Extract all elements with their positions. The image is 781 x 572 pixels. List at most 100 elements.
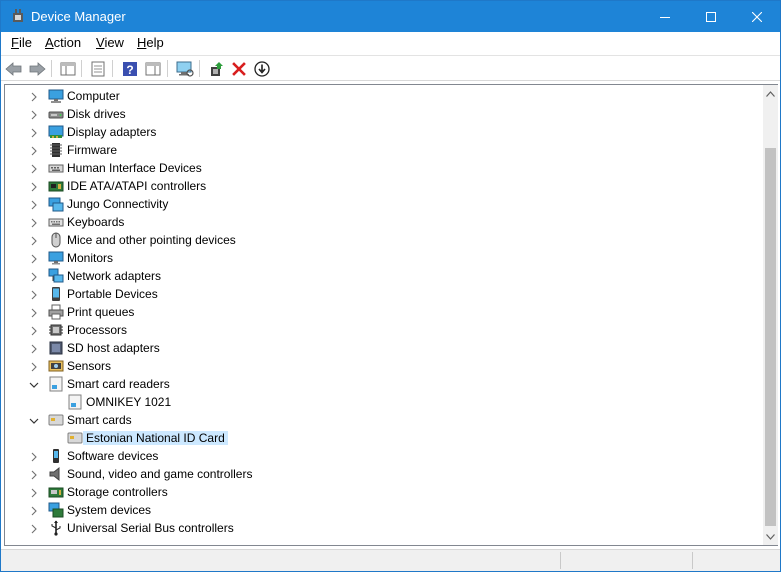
expanded-chevron-icon[interactable] (29, 379, 39, 389)
device-manager-window: Device Manager File Action View Help ? C… (0, 0, 781, 572)
collapsed-chevron-icon[interactable] (29, 451, 39, 462)
tree-category[interactable]: Firmware (5, 141, 762, 159)
sd-host-icon (48, 340, 64, 356)
scroll-thumb[interactable] (765, 148, 776, 526)
scroll-down-button[interactable] (763, 528, 778, 545)
title-bar[interactable]: Device Manager (1, 1, 780, 32)
collapsed-chevron-icon[interactable] (29, 361, 39, 372)
properties-button[interactable] (88, 59, 108, 79)
collapsed-chevron-icon[interactable] (29, 523, 39, 534)
tree-item-label: Processors (67, 323, 128, 337)
collapsed-chevron-icon[interactable] (29, 127, 39, 138)
status-bar (1, 549, 780, 571)
menu-view[interactable]: View (96, 35, 124, 50)
back-arrow-icon (5, 62, 22, 76)
tree-device[interactable]: OMNIKEY 1021 (5, 393, 762, 411)
disk-drive-icon (48, 106, 64, 122)
collapsed-chevron-icon[interactable] (29, 253, 39, 264)
tree-category[interactable]: Monitors (5, 249, 762, 267)
display-adapter-icon (48, 124, 64, 140)
menu-file[interactable]: File (11, 35, 32, 50)
menu-action[interactable]: Action (45, 35, 81, 50)
minimize-button[interactable] (642, 1, 688, 32)
tree-item-label: IDE ATA/ATAPI controllers (67, 179, 207, 193)
collapsed-chevron-icon[interactable] (29, 271, 39, 282)
tree-category[interactable]: Human Interface Devices (5, 159, 762, 177)
tree-device[interactable]: Estonian National ID Card (5, 429, 762, 447)
collapsed-chevron-icon[interactable] (29, 289, 39, 300)
system-device-icon (48, 502, 64, 518)
show-hide-console-tree-button[interactable] (58, 59, 78, 79)
tree-category[interactable]: Smart card readers (5, 375, 762, 393)
expanded-chevron-icon[interactable] (29, 415, 39, 425)
close-button[interactable] (734, 1, 780, 32)
tree-item-label: Sensors (67, 359, 112, 373)
tree-category[interactable]: Portable Devices (5, 285, 762, 303)
back-button[interactable] (4, 59, 24, 79)
tree-category[interactable]: Keyboards (5, 213, 762, 231)
uninstall-x-icon (232, 62, 246, 76)
tree-category[interactable]: Smart cards (5, 411, 762, 429)
smart-card-reader-icon (48, 376, 64, 392)
chevron-down-icon (766, 533, 775, 540)
keyboard-icon (48, 214, 64, 230)
tree-category[interactable]: Software devices (5, 447, 762, 465)
portable-device-icon (48, 286, 64, 302)
jungo-icon (48, 196, 64, 212)
collapsed-chevron-icon[interactable] (29, 145, 39, 156)
tree-item-label: Firmware (67, 143, 117, 157)
tree-category[interactable]: Print queues (5, 303, 762, 321)
tree-category[interactable]: Universal Serial Bus controllers (5, 519, 762, 537)
console-tree-icon (60, 62, 76, 76)
scan-hardware-button[interactable] (175, 59, 195, 79)
collapsed-chevron-icon[interactable] (29, 91, 39, 102)
device-tree-frame: Computer Disk drives Display adapters Firmw… (4, 84, 778, 546)
tree-item-label: SD host adapters (67, 341, 160, 355)
help-button[interactable]: ? (120, 59, 140, 79)
tree-item-label: Network adapters (67, 269, 162, 283)
collapsed-chevron-icon[interactable] (29, 469, 39, 480)
tree-category[interactable]: Computer (5, 87, 762, 105)
collapsed-chevron-icon[interactable] (29, 343, 39, 354)
tree-category[interactable]: Display adapters (5, 123, 762, 141)
tree-category[interactable]: Processors (5, 321, 762, 339)
tree-category[interactable]: Sound, video and game controllers (5, 465, 762, 483)
tree-category[interactable]: Jungo Connectivity (5, 195, 762, 213)
scan-hardware-icon (176, 61, 194, 77)
tree-category[interactable]: Disk drives (5, 105, 762, 123)
maximize-button[interactable] (688, 1, 734, 32)
tree-category[interactable]: SD host adapters (5, 339, 762, 357)
window-title: Device Manager (31, 9, 126, 24)
toolbar: ? (1, 55, 780, 81)
collapsed-chevron-icon[interactable] (29, 307, 39, 318)
update-driver-icon (211, 62, 223, 76)
uninstall-device-button[interactable] (229, 59, 249, 79)
tree-item-label: Human Interface Devices (67, 161, 202, 175)
collapsed-chevron-icon[interactable] (29, 505, 39, 516)
tree-category[interactable]: System devices (5, 501, 762, 519)
tree-category[interactable]: Mice and other pointing devices (5, 231, 762, 249)
tree-category[interactable]: Storage controllers (5, 483, 762, 501)
tree-category[interactable]: Sensors (5, 357, 762, 375)
forward-button[interactable] (27, 59, 47, 79)
collapsed-chevron-icon[interactable] (29, 235, 39, 246)
help-icon: ? (123, 62, 137, 77)
collapsed-chevron-icon[interactable] (29, 181, 39, 192)
vertical-scrollbar[interactable] (763, 85, 778, 545)
collapsed-chevron-icon[interactable] (29, 199, 39, 210)
collapsed-chevron-icon[interactable] (29, 487, 39, 498)
collapsed-chevron-icon[interactable] (29, 109, 39, 120)
menu-help[interactable]: Help (137, 35, 164, 50)
collapsed-chevron-icon[interactable] (29, 325, 39, 336)
scroll-up-button[interactable] (763, 85, 778, 102)
tree-category[interactable]: Network adapters (5, 267, 762, 285)
collapsed-chevron-icon[interactable] (29, 163, 39, 174)
update-driver-button[interactable] (206, 59, 226, 79)
disable-device-button[interactable] (252, 59, 272, 79)
sensor-icon (48, 358, 64, 374)
collapsed-chevron-icon[interactable] (29, 217, 39, 228)
tree-category[interactable]: IDE ATA/ATAPI controllers (5, 177, 762, 195)
device-tree[interactable]: Computer Disk drives Display adapters Firmw… (5, 85, 762, 545)
show-action-pane-button[interactable] (143, 59, 163, 79)
tree-item-label: Mice and other pointing devices (67, 233, 236, 247)
